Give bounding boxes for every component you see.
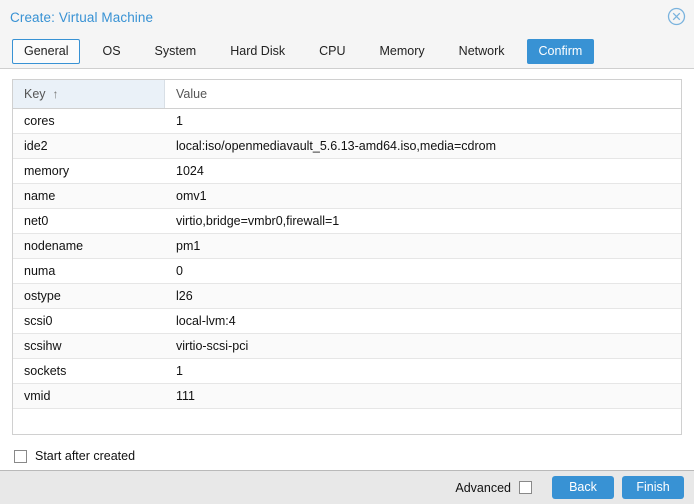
row-value: 1024	[176, 164, 204, 178]
tab-label: OS	[102, 43, 121, 58]
advanced-checkbox[interactable]	[519, 481, 532, 494]
grid-header-row: Key ↑ Value	[13, 80, 681, 109]
row-value: l26	[176, 289, 193, 303]
tab-system[interactable]: System	[143, 39, 209, 64]
finish-button[interactable]: Finish	[622, 476, 684, 499]
table-row[interactable]: nodename pm1	[13, 234, 681, 259]
row-value: omv1	[176, 189, 207, 203]
row-value: 1	[176, 364, 183, 378]
row-key: nodename	[24, 239, 84, 253]
column-header-value[interactable]: Value	[165, 80, 681, 108]
table-row[interactable]: net0 virtio,bridge=vmbr0,firewall=1	[13, 209, 681, 234]
column-header-value-label: Value	[176, 87, 208, 101]
tab-label: CPU	[319, 43, 346, 58]
tab-os[interactable]: OS	[90, 39, 132, 64]
row-key: scsi0	[24, 314, 53, 328]
table-row[interactable]: cores 1	[13, 109, 681, 134]
settings-summary-grid: Key ↑ Value cores 1 ide2 local:iso/openm…	[12, 79, 682, 435]
table-row[interactable]: scsihw virtio-scsi-pci	[13, 334, 681, 359]
row-value: local-lvm:4	[176, 314, 236, 328]
table-row[interactable]: ide2 local:iso/openmediavault_5.6.13-amd…	[13, 134, 681, 159]
row-key: vmid	[24, 389, 51, 403]
tab-memory[interactable]: Memory	[368, 39, 437, 64]
table-row[interactable]: ostype l26	[13, 284, 681, 309]
tab-label: Memory	[379, 43, 425, 58]
column-header-key-label: Key	[24, 87, 46, 101]
advanced-label: Advanced	[455, 480, 511, 495]
title-bar: Create: Virtual Machine	[0, 0, 694, 34]
row-value: local:iso/openmediavault_5.6.13-amd64.is…	[176, 139, 496, 153]
tab-hard-disk[interactable]: Hard Disk	[218, 39, 297, 64]
back-button[interactable]: Back	[552, 476, 614, 499]
dialog-footer: Advanced Back Finish	[0, 470, 694, 504]
row-key: ostype	[24, 289, 61, 303]
grid-empty-cell	[13, 409, 165, 434]
row-value: pm1	[176, 239, 201, 253]
dialog-header: Create: Virtual Machine General OS Syste…	[0, 0, 694, 69]
table-row[interactable]: scsi0 local-lvm:4	[13, 309, 681, 334]
table-row[interactable]: memory 1024	[13, 159, 681, 184]
page-title: Create: Virtual Machine	[10, 9, 154, 25]
tab-cpu[interactable]: CPU	[307, 39, 357, 64]
tab-general[interactable]: General	[12, 38, 81, 64]
row-value: 111	[176, 389, 196, 403]
table-row[interactable]: vmid 111	[13, 384, 681, 409]
wizard-tab-bar: General OS System Hard Disk CPU Memory N…	[0, 34, 694, 68]
row-key: sockets	[24, 364, 67, 378]
row-key: name	[24, 189, 56, 203]
start-after-created-row: Start after created	[12, 449, 682, 463]
dialog-body: Key ↑ Value cores 1 ide2 local:iso/openm…	[0, 69, 694, 470]
column-header-key[interactable]: Key ↑	[13, 80, 165, 108]
start-after-created-label: Start after created	[35, 449, 136, 463]
tab-label: Hard Disk	[230, 43, 286, 58]
row-key: cores	[24, 114, 55, 128]
start-after-created-checkbox[interactable]	[14, 449, 27, 463]
table-row[interactable]: name omv1	[13, 184, 681, 209]
row-value: 0	[176, 264, 183, 278]
row-key: memory	[24, 164, 70, 178]
tab-label: System	[154, 43, 197, 58]
table-row[interactable]: numa 0	[13, 259, 681, 284]
tab-label: General	[24, 43, 69, 58]
row-key: numa	[24, 264, 56, 278]
tab-confirm[interactable]: Confirm	[526, 38, 595, 64]
row-key: net0	[24, 214, 49, 228]
grid-empty-row	[13, 409, 681, 434]
tab-label: Network	[458, 43, 505, 58]
create-vm-dialog: Create: Virtual Machine General OS Syste…	[0, 0, 694, 504]
row-key: ide2	[24, 139, 48, 153]
grid-empty-cell	[165, 409, 681, 434]
table-row[interactable]: sockets 1	[13, 359, 681, 384]
row-value: virtio-scsi-pci	[176, 339, 249, 353]
tab-label: Confirm	[538, 43, 583, 58]
row-value: virtio,bridge=vmbr0,firewall=1	[176, 214, 340, 228]
close-circle-icon[interactable]	[667, 7, 686, 26]
row-key: scsihw	[24, 339, 62, 353]
tab-network[interactable]: Network	[447, 39, 517, 64]
sort-ascending-icon: ↑	[52, 87, 59, 101]
row-value: 1	[176, 114, 183, 128]
